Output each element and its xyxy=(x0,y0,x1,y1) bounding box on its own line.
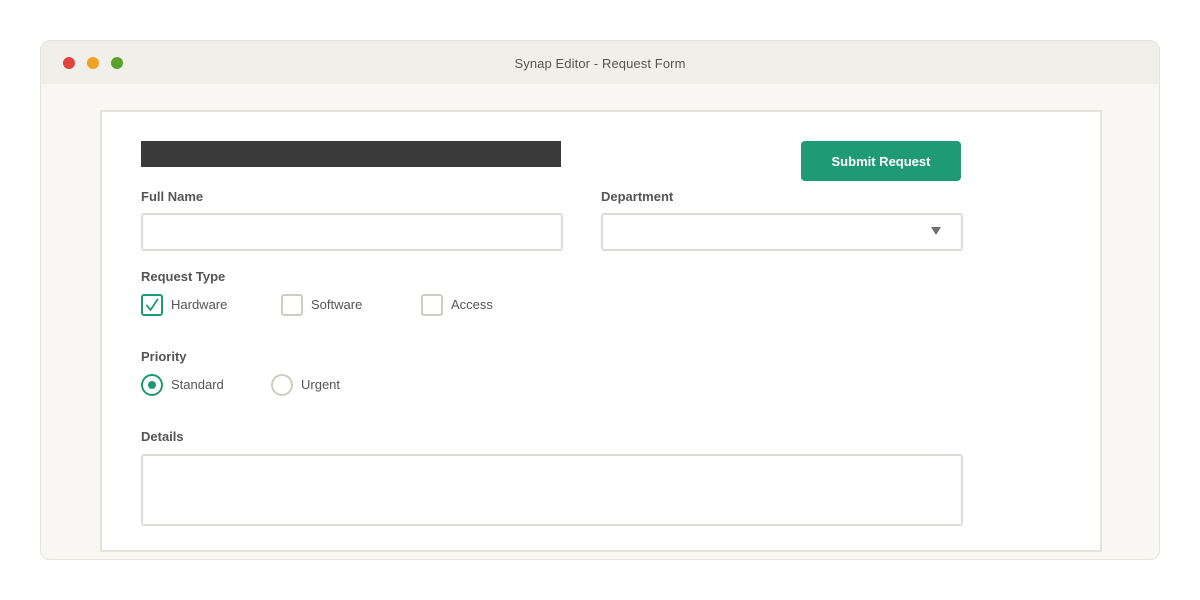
hardware-label: Hardware xyxy=(171,297,228,312)
radio-selected[interactable] xyxy=(141,374,163,396)
urgent-label: Urgent xyxy=(301,377,341,392)
request-form: Submit Request Full Name Department Requ… xyxy=(100,110,1102,552)
redacted-heading xyxy=(141,141,561,167)
priority-standard[interactable]: Standard xyxy=(141,374,251,396)
details-label: Details xyxy=(141,429,184,444)
full-name-input[interactable] xyxy=(141,213,563,251)
checkbox-checked[interactable] xyxy=(141,294,163,316)
request-type-label: Request Type xyxy=(141,269,226,284)
app-window: Synap Editor - Request Form Submit Reque… xyxy=(40,40,1160,560)
access-label: Access xyxy=(451,297,493,312)
request-type-software[interactable]: Software xyxy=(281,294,391,316)
priority-urgent[interactable]: Urgent xyxy=(271,374,381,396)
software-label: Software xyxy=(311,297,363,312)
details-textarea[interactable] xyxy=(141,454,963,526)
checkmark-icon xyxy=(146,298,159,311)
title-bar: Synap Editor - Request Form xyxy=(41,41,1159,84)
department-label: Department xyxy=(601,189,674,204)
submit-request-button[interactable]: Submit Request xyxy=(801,141,961,181)
department-select[interactable] xyxy=(601,213,963,251)
checkbox-unchecked[interactable] xyxy=(281,294,303,316)
radio-unselected[interactable] xyxy=(271,374,293,396)
checkbox-unchecked[interactable] xyxy=(421,294,443,316)
request-type-hardware[interactable]: Hardware xyxy=(141,294,251,316)
chevron-down-icon xyxy=(931,227,941,235)
window-title: Synap Editor - Request Form xyxy=(514,56,686,71)
radio-dot-icon xyxy=(148,381,156,389)
priority-label: Priority xyxy=(141,349,187,364)
full-name-label: Full Name xyxy=(141,189,204,204)
standard-label: Standard xyxy=(171,377,224,392)
request-type-access[interactable]: Access xyxy=(421,294,531,316)
